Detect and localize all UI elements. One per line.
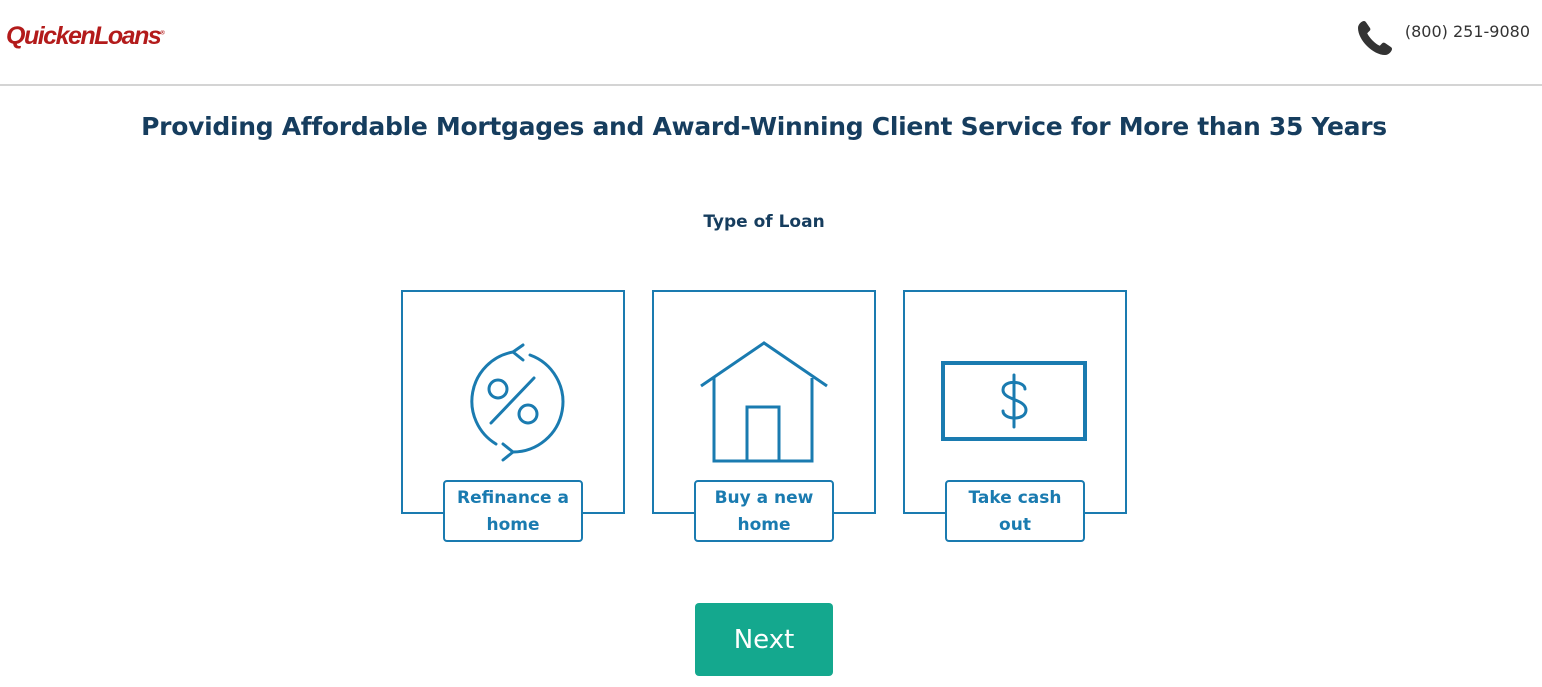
page-title: Providing Affordable Mortgages and Award… <box>141 112 1387 141</box>
phone-number: (800) 251-9080 <box>1404 22 1530 41</box>
option-cash-out[interactable]: Take cash out <box>903 290 1127 542</box>
option-cash-out-label: Take cash out <box>945 480 1085 542</box>
quicken-loans-logo[interactable]: QuickenLoans® <box>6 22 165 51</box>
next-button[interactable]: Next <box>695 603 833 676</box>
option-refinance-label: Refinance a home <box>443 480 583 542</box>
page-header: QuickenLoans® (800) 251-9080 <box>0 0 1542 86</box>
option-refinance[interactable]: Refinance a home <box>401 290 625 542</box>
loan-type-label: Type of Loan <box>703 212 825 232</box>
option-buy-home[interactable]: Buy a new home <box>652 290 876 542</box>
phone-contact[interactable]: (800) 251-9080 <box>1355 18 1530 58</box>
loan-type-options: Refinance a home Buy a new home Take cas… <box>401 290 1127 542</box>
logo-text: QuickenLoans <box>6 22 162 50</box>
phone-icon <box>1357 21 1392 55</box>
logo-registered-mark: ® <box>160 30 165 37</box>
option-buy-home-label: Buy a new home <box>694 480 834 542</box>
